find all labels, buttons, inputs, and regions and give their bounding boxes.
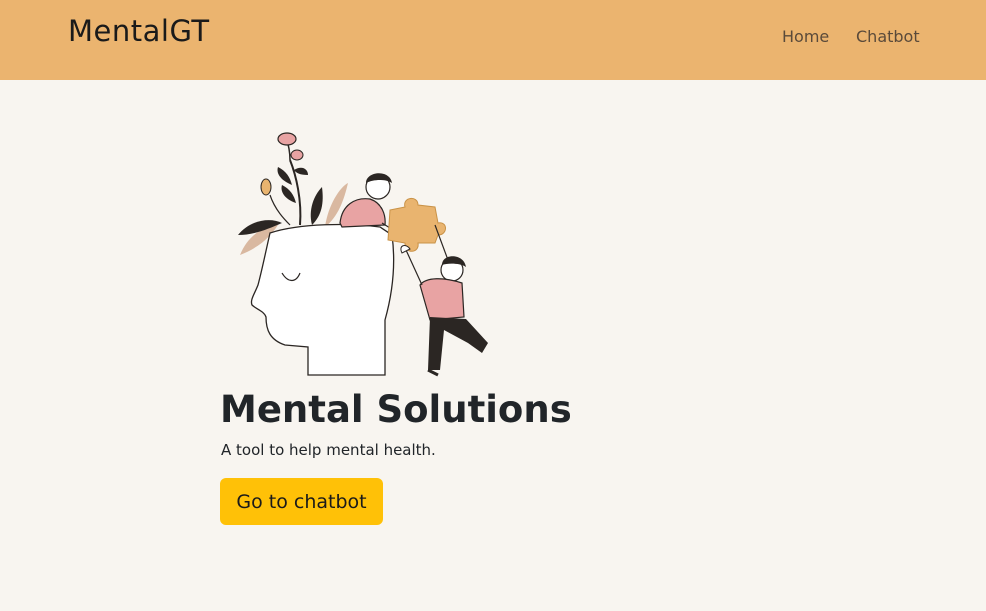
navbar: MentalGT Home Chatbot — [0, 0, 986, 80]
head-puzzle-illustration — [230, 125, 495, 380]
brand-logo[interactable]: MentalGT — [68, 14, 210, 48]
hero-subtitle: A tool to help mental health. — [221, 441, 436, 459]
nav-link-home[interactable]: Home — [782, 27, 829, 46]
nav-link-chatbot[interactable]: Chatbot — [856, 27, 920, 46]
go-to-chatbot-button[interactable]: Go to chatbot — [220, 478, 383, 525]
hero-title: Mental Solutions — [220, 388, 572, 431]
